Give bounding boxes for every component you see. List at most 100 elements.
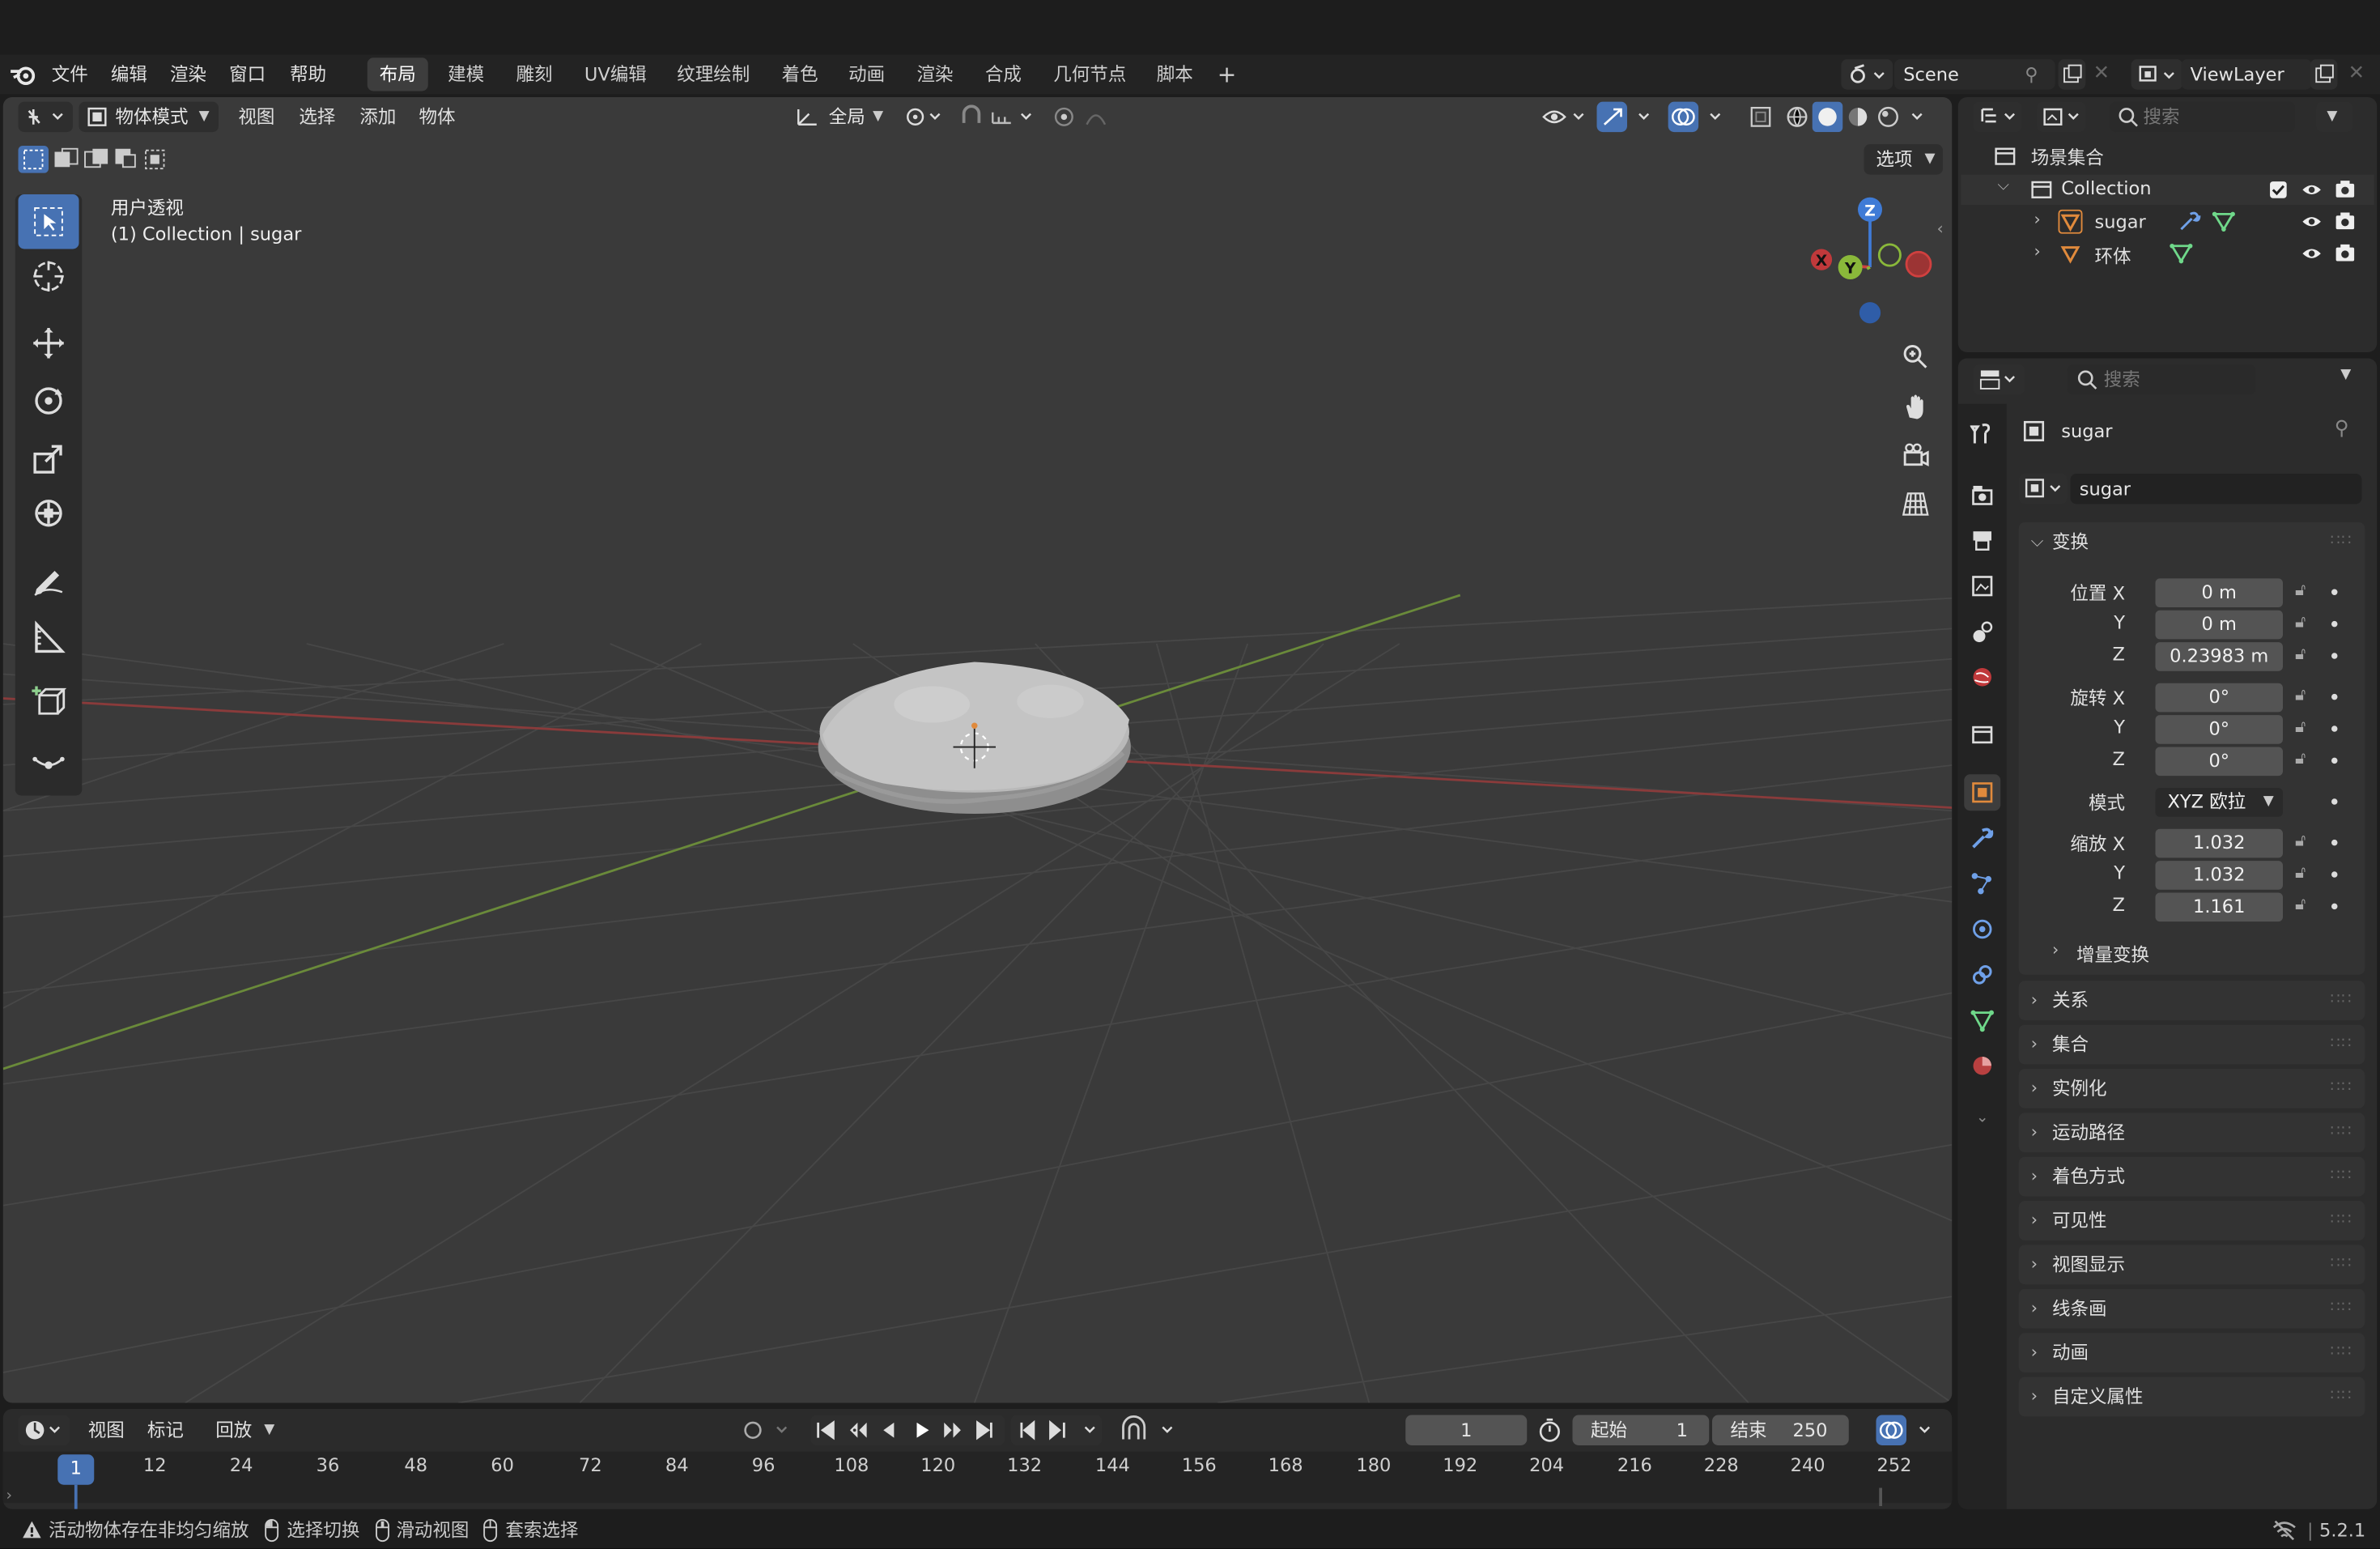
tab-texture-paint[interactable]: 纹理绘制	[665, 57, 762, 91]
lock-icon[interactable]: 🔓︎	[2295, 748, 2306, 769]
physics-tab-icon[interactable]	[1964, 911, 2000, 947]
pin-icon[interactable]: ⚲	[2335, 418, 2349, 440]
menu-window[interactable]: 窗口	[229, 55, 266, 95]
display-mode-button[interactable]	[2037, 101, 2086, 133]
delete-view-layer-icon[interactable]: ✕	[2348, 62, 2365, 85]
tab-compositing[interactable]: 合成	[973, 57, 1034, 91]
network-offline-icon[interactable]	[2272, 1520, 2297, 1541]
delta-transform-subpanel[interactable]: › 增量变换	[2040, 935, 2344, 968]
render-tab-icon[interactable]	[1964, 477, 2000, 513]
scene-collection-row[interactable]: 场景集合	[1995, 143, 2359, 170]
panel-visibility[interactable]: › 可见性 ∷∷	[2018, 1201, 2365, 1240]
properties-editor-type-button[interactable]	[1973, 364, 2025, 395]
menu-render[interactable]: 渲染	[170, 55, 206, 95]
xray-toggle-button[interactable]	[1745, 102, 1776, 133]
view-layer-field[interactable]: ViewLayer	[2181, 59, 2312, 90]
playhead[interactable]: 1	[57, 1454, 95, 1485]
annotate-tool-icon[interactable]	[19, 553, 79, 608]
collection-row[interactable]: ⌵ Collection	[1961, 174, 2374, 206]
material-tab-icon[interactable]	[1964, 1048, 2000, 1084]
3d-viewport[interactable]: 物体模式 ▼ 视图 选择 添加 物体 全局 ▼ 选项 ▼ 用户透视 (1) Co…	[2, 97, 1953, 1403]
rotate-tool-icon[interactable]	[19, 373, 79, 428]
perspective-grid-icon[interactable]	[1899, 487, 1932, 521]
lock-icon[interactable]: 🔓︎	[2295, 831, 2306, 852]
transform-orientation-dropdown[interactable]: 全局 ▼	[793, 102, 886, 133]
checkbox-icon[interactable]	[2269, 181, 2288, 199]
drag-handle-icon[interactable]: ∷∷	[2331, 1157, 2353, 1197]
keyframe-dot-icon[interactable]	[2331, 903, 2338, 910]
mode-dropdown[interactable]: 物体模式 ▼	[79, 101, 219, 133]
sidebar-toggle-icon[interactable]: ‹	[1937, 219, 1944, 238]
new-view-layer-button[interactable]	[2310, 59, 2338, 90]
tab-sculpting[interactable]: 雕刻	[504, 57, 565, 91]
overlays-toggle-button[interactable]	[1668, 101, 1729, 133]
lock-icon[interactable]: 🔓︎	[2295, 612, 2306, 633]
keyframe-dot-icon[interactable]	[2331, 871, 2338, 878]
drag-handle-icon[interactable]: ∷∷	[2331, 1113, 2353, 1152]
keyframe-dot-icon[interactable]	[2331, 653, 2338, 659]
stopwatch-icon[interactable]	[1537, 1418, 1562, 1442]
timeline-editor-type-button[interactable]	[18, 1415, 70, 1445]
location-z-field[interactable]: 0.23983 m	[2155, 642, 2283, 671]
navigation-gizmo[interactable]: Z X Y	[1804, 194, 1934, 331]
scene-selector-button[interactable]	[1841, 59, 1893, 90]
menu-edit[interactable]: 编辑	[111, 55, 147, 95]
scene-tab-icon[interactable]	[1964, 614, 2000, 650]
keyframe-dot-icon[interactable]	[2331, 693, 2338, 700]
tab-rendering[interactable]: 渲染	[905, 57, 966, 91]
current-frame-field[interactable]: 1	[1405, 1415, 1528, 1445]
auto-keying-button[interactable]	[737, 1415, 798, 1446]
measure-tool-icon[interactable]	[19, 611, 79, 666]
drag-handle-icon[interactable]: ∷∷	[2331, 522, 2353, 562]
camera-view-icon[interactable]	[1899, 439, 1932, 472]
output-tab-icon[interactable]	[1964, 522, 2000, 559]
view-layer-tab-icon[interactable]	[1964, 568, 2000, 604]
tab-layout[interactable]: 布局	[367, 57, 428, 91]
lock-icon[interactable]: 🔓︎	[2295, 580, 2306, 601]
chevron-right-icon[interactable]: ›	[6, 1488, 13, 1505]
cursor-tool-icon[interactable]	[19, 249, 79, 304]
keyframe-dot-icon[interactable]	[2331, 757, 2338, 764]
scale-x-field[interactable]: 1.032	[2155, 828, 2283, 858]
pin-icon[interactable]: ⚲	[2025, 64, 2038, 85]
mesh-data-tab-icon[interactable]	[1964, 1002, 2000, 1039]
eye-icon[interactable]	[2301, 245, 2323, 263]
delete-scene-icon[interactable]: ✕	[2093, 62, 2110, 85]
drag-handle-icon[interactable]: ∷∷	[2331, 1377, 2353, 1417]
panel-animation[interactable]: › 动画 ∷∷	[2018, 1333, 2365, 1372]
rotation-y-field[interactable]: 0°	[2155, 715, 2283, 744]
keyframe-dot-icon[interactable]	[2331, 726, 2338, 732]
pan-hand-icon[interactable]	[1899, 390, 1932, 423]
outliner-item-sugar[interactable]: › sugar	[1961, 206, 2374, 237]
chevron-right-icon[interactable]: ›	[2034, 241, 2041, 261]
new-scene-button[interactable]	[2058, 59, 2086, 90]
timeline-track[interactable]	[2, 1451, 1953, 1504]
mesh-data-icon[interactable]	[2212, 211, 2236, 232]
panel-relations[interactable]: › 关系 ∷∷	[2018, 981, 2365, 1020]
tab-modeling[interactable]: 建模	[436, 57, 496, 91]
lock-icon[interactable]: 🔓︎	[2295, 717, 2306, 738]
tab-uv-editing[interactable]: UV编辑	[572, 57, 659, 91]
outliner-editor-type-button[interactable]	[1973, 101, 2022, 133]
blender-logo-icon[interactable]	[9, 62, 36, 87]
panel-viewport-display[interactable]: › 视图显示 ∷∷	[2018, 1245, 2365, 1285]
rotation-z-field[interactable]: 0°	[2155, 747, 2283, 777]
viewport-menu-object[interactable]: 物体	[419, 97, 456, 137]
object-browse-button[interactable]	[2018, 474, 2068, 504]
mesh-data-icon[interactable]	[2169, 243, 2193, 264]
keyframe-jump-buttons[interactable]	[1010, 1415, 1103, 1445]
proportional-edit-button[interactable]	[1051, 102, 1124, 133]
particles-tab-icon[interactable]	[1964, 866, 2000, 902]
start-frame-field[interactable]: 起始 1	[1572, 1415, 1710, 1445]
keying-set-button[interactable]	[1117, 1415, 1184, 1446]
drag-handle-icon[interactable]: ∷∷	[2331, 1201, 2353, 1240]
properties-search-input[interactable]: 搜索	[2067, 364, 2256, 395]
filter-button[interactable]: ▼	[2316, 101, 2353, 133]
chevron-down-icon[interactable]: ▼	[2340, 368, 2351, 383]
drag-handle-icon[interactable]: ∷∷	[2331, 981, 2353, 1020]
menu-help[interactable]: 帮助	[290, 55, 326, 95]
chevron-down-icon[interactable]: ⌵	[1998, 177, 2009, 194]
constraints-tab-icon[interactable]	[1964, 956, 2000, 993]
drag-handle-icon[interactable]: ∷∷	[2331, 1245, 2353, 1285]
viewport-menu-select[interactable]: 选择	[299, 97, 335, 137]
